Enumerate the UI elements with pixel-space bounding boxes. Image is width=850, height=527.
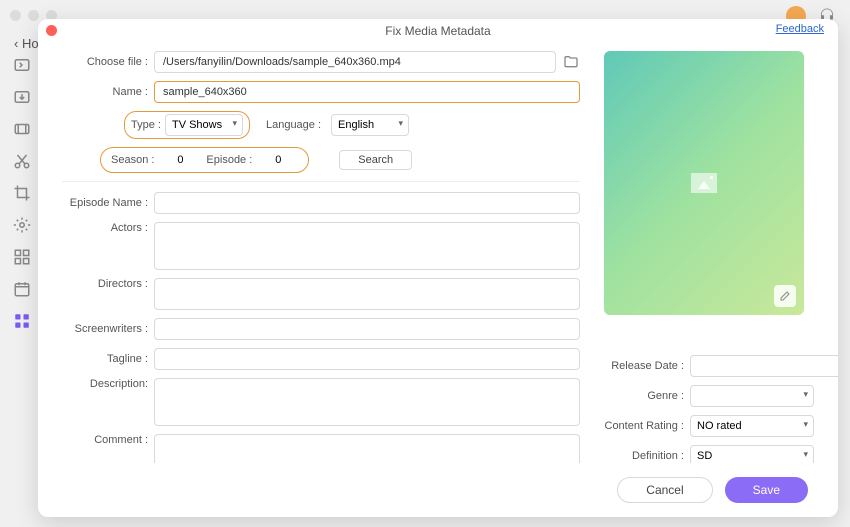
language-label: Language :	[266, 119, 321, 131]
sidebar-grid-icon[interactable]	[13, 248, 31, 266]
edit-poster-button[interactable]	[774, 285, 796, 307]
release-date-input[interactable]	[690, 355, 838, 377]
save-button[interactable]: Save	[725, 477, 808, 503]
close-icon[interactable]	[46, 25, 57, 36]
screenwriters-label: Screenwriters :	[62, 323, 154, 335]
sidebar-crop-icon[interactable]	[13, 184, 31, 202]
season-input[interactable]	[160, 150, 200, 170]
episode-name-input[interactable]	[154, 192, 580, 214]
season-episode-highlight: Season : Episode :	[100, 147, 309, 173]
sidebar-download-icon[interactable]	[13, 88, 31, 106]
name-label: Name :	[62, 86, 154, 98]
sidebar-calendar-icon[interactable]	[13, 280, 31, 298]
description-label: Description:	[62, 378, 154, 390]
genre-label: Genre :	[604, 390, 690, 402]
sidebar-cut-icon[interactable]	[13, 152, 31, 170]
feedback-link[interactable]: Feedback	[776, 23, 824, 35]
season-label: Season :	[111, 154, 154, 166]
type-highlight: Type : TV Shows	[124, 111, 250, 139]
image-placeholder-icon	[691, 173, 717, 193]
sidebar-convert-icon[interactable]	[13, 56, 31, 74]
directors-input[interactable]	[154, 278, 580, 310]
comment-input[interactable]	[154, 434, 580, 463]
choose-file-label: Choose file :	[62, 56, 154, 68]
actors-label: Actors :	[62, 222, 154, 234]
type-select[interactable]: TV Shows	[165, 114, 243, 136]
content-rating-select[interactable]: NO rated	[690, 415, 814, 437]
episode-name-label: Episode Name :	[62, 197, 154, 209]
release-date-label: Release Date :	[604, 360, 690, 372]
poster-preview	[604, 51, 804, 315]
modal-footer: Cancel Save	[38, 463, 838, 517]
language-select[interactable]: English	[331, 114, 409, 136]
choose-file-input[interactable]	[154, 51, 556, 73]
episode-input[interactable]	[258, 150, 298, 170]
home-back[interactable]: ‹ Ho	[14, 36, 39, 51]
tagline-label: Tagline :	[62, 353, 154, 365]
description-input[interactable]	[154, 378, 580, 426]
sidebar-film-icon[interactable]	[13, 120, 31, 138]
name-input[interactable]	[154, 81, 580, 103]
type-label: Type :	[131, 119, 161, 131]
sidebar-apps-icon[interactable]	[13, 312, 31, 330]
definition-select[interactable]: SD	[690, 445, 814, 463]
mac-close-dot[interactable]	[10, 10, 21, 21]
comment-label: Comment :	[62, 434, 154, 446]
definition-label: Definition :	[604, 450, 690, 462]
search-button[interactable]: Search	[339, 150, 412, 170]
genre-select[interactable]	[690, 385, 814, 407]
divider	[62, 181, 580, 182]
sidebar-gear-icon[interactable]	[13, 216, 31, 234]
modal-header: Fix Media Metadata Feedback	[38, 19, 838, 43]
episode-label: Episode :	[206, 154, 252, 166]
cancel-button[interactable]: Cancel	[617, 477, 712, 503]
directors-label: Directors :	[62, 278, 154, 290]
screenwriters-input[interactable]	[154, 318, 580, 340]
content-rating-label: Content Rating :	[604, 420, 690, 432]
folder-icon[interactable]	[562, 53, 580, 71]
tagline-input[interactable]	[154, 348, 580, 370]
modal-title: Fix Media Metadata	[385, 24, 490, 38]
modal: Fix Media Metadata Feedback Choose file …	[38, 19, 838, 517]
actors-input[interactable]	[154, 222, 580, 270]
